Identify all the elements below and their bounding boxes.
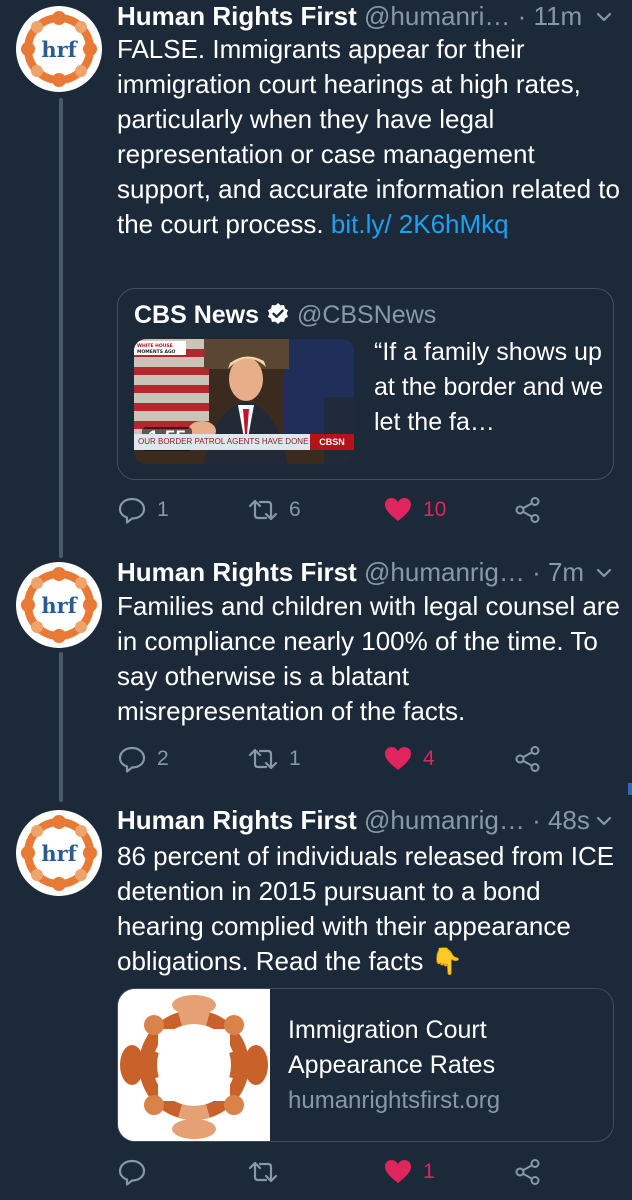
- tweet-actions: 1: [117, 1152, 617, 1192]
- retweet-button[interactable]: 1: [247, 739, 301, 779]
- tweet-header: Human Rights First @humanrig… · 7m: [117, 556, 622, 588]
- chevron-down-icon[interactable]: [594, 2, 614, 34]
- timestamp[interactable]: · 48s: [532, 805, 590, 835]
- pointing-down-emoji: 👇: [430, 947, 464, 977]
- verified-badge-icon: [266, 302, 290, 334]
- like-button[interactable]: 10: [383, 490, 446, 530]
- svg-text:WHITE HOUSE: WHITE HOUSE: [137, 343, 173, 349]
- video-thumbnail[interactable]: WHITE HOUSE MOMENTS AGO 1:55 OUR BORDER …: [134, 339, 354, 464]
- heart-filled-icon: [385, 498, 411, 521]
- share-icon: [515, 1159, 540, 1185]
- reply-button[interactable]: 1: [117, 490, 169, 530]
- chevron-down-icon[interactable]: [594, 558, 614, 590]
- reply-icon: [118, 1159, 146, 1186]
- tweet-text-content: 86 percent of individuals released from …: [117, 841, 615, 976]
- svg-text:hrf: hrf: [41, 841, 78, 866]
- author-name[interactable]: Human Rights First: [117, 805, 357, 835]
- reply-button[interactable]: 2: [117, 739, 169, 779]
- reply-icon: [118, 746, 146, 773]
- retweet-button[interactable]: 6: [247, 490, 301, 530]
- tweet[interactable]: hrf Human Rights First @humanri… · 11m F…: [0, 0, 632, 540]
- hrf-logo-icon: hrf: [16, 562, 102, 648]
- like-count: 1: [423, 1160, 435, 1183]
- timestamp[interactable]: · 7m: [532, 557, 584, 587]
- tweet[interactable]: hrf Human Rights First @humanrig… · 7m F…: [0, 556, 632, 786]
- svg-text:MOMENTS AGO: MOMENTS AGO: [137, 349, 176, 355]
- tweet[interactable]: hrf Human Rights First @humanrig… · 48s …: [0, 804, 632, 1200]
- reply-count: 1: [157, 498, 169, 521]
- avatar[interactable]: hrf: [14, 4, 104, 94]
- retweet-icon: [248, 748, 278, 770]
- author-handle[interactable]: @humanrig…: [364, 805, 525, 835]
- author-handle[interactable]: @humanrig…: [364, 557, 525, 587]
- tweet-actions: 1 6 10: [117, 490, 617, 530]
- share-button[interactable]: [513, 490, 543, 530]
- svg-text:hrf: hrf: [41, 593, 78, 618]
- link-card-title: Immigration Court Appearance Rates: [288, 1016, 496, 1079]
- svg-text:hrf: hrf: [41, 37, 78, 62]
- link-card[interactable]: Immigration Court Appearance Rates human…: [117, 988, 614, 1142]
- timestamp[interactable]: · 11m: [518, 1, 583, 31]
- heart-filled-icon: [385, 1160, 411, 1183]
- quoted-tweet-header: CBS News @CBSNews: [134, 299, 436, 334]
- tweet-actions: 2 1 4: [117, 739, 617, 779]
- share-icon: [515, 497, 540, 523]
- avatar[interactable]: hrf: [14, 808, 104, 898]
- like-button[interactable]: 4: [383, 739, 435, 779]
- retweet-icon: [248, 1161, 278, 1183]
- tweet-text: 86 percent of individuals released from …: [117, 839, 622, 980]
- share-icon: [515, 746, 540, 772]
- heart-filled-icon: [385, 747, 411, 770]
- tweet-text: FALSE. Immigrants appear for their immig…: [117, 32, 622, 242]
- avatar[interactable]: hrf: [14, 560, 104, 650]
- retweet-icon: [248, 499, 278, 521]
- tweet-text: Families and children with legal counsel…: [117, 591, 620, 726]
- quoted-tweet[interactable]: CBS News @CBSNews WHITE HOUSE MOMENTS AG…: [117, 288, 614, 480]
- quoted-author-handle: @CBSNews: [296, 301, 437, 329]
- reply-button[interactable]: [117, 1152, 157, 1192]
- hrf-logo-icon: hrf: [16, 810, 102, 896]
- author-name[interactable]: Human Rights First: [117, 1, 357, 31]
- retweet-count: 1: [289, 747, 301, 770]
- tweet-header: Human Rights First @humanrig… · 48s: [117, 804, 622, 836]
- reply-icon: [118, 497, 146, 524]
- quoted-author-name: CBS News: [134, 301, 260, 329]
- chevron-down-icon[interactable]: [594, 806, 614, 838]
- like-count: 10: [423, 498, 447, 521]
- reply-count: 2: [157, 747, 169, 770]
- link-card-domain: humanrightsfirst.org: [288, 1087, 501, 1114]
- cbsn-logo: CBSN: [310, 434, 354, 450]
- tweet-header: Human Rights First @humanri… · 11m: [117, 0, 622, 32]
- tweet-link[interactable]: bit.ly/ 2K6hMkq: [331, 209, 509, 239]
- author-handle[interactable]: @humanri…: [364, 1, 510, 31]
- retweet-count: 6: [289, 498, 301, 521]
- share-button[interactable]: [513, 1152, 543, 1192]
- share-button[interactable]: [513, 739, 543, 779]
- link-card-image: [118, 989, 270, 1141]
- hrf-logo-icon: hrf: [16, 6, 102, 92]
- author-name[interactable]: Human Rights First: [117, 557, 357, 587]
- quoted-tweet-text: “If a family shows up at the border and …: [374, 338, 604, 436]
- like-count: 4: [423, 747, 435, 770]
- retweet-button[interactable]: [247, 1152, 289, 1192]
- like-button[interactable]: 1: [383, 1152, 435, 1192]
- hrf-logo-icon: [118, 989, 270, 1141]
